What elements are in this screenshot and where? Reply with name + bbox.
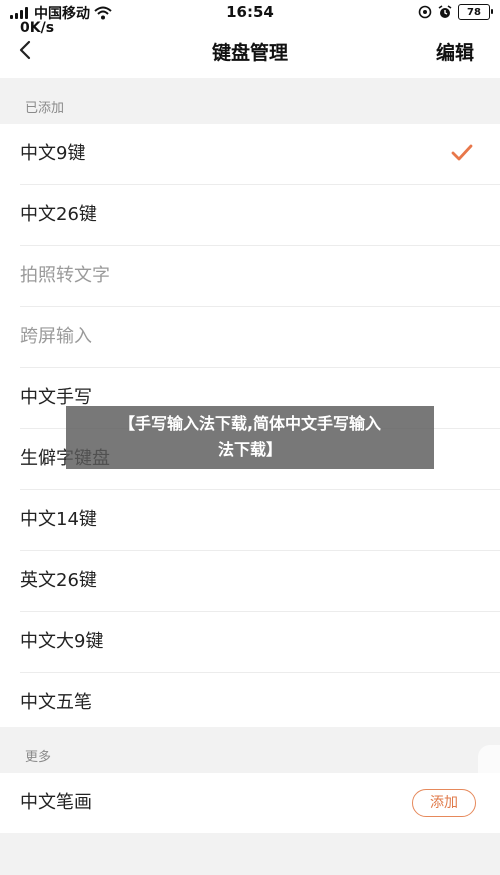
more-section-label: 更多 (25, 750, 52, 765)
add-button[interactable]: 添加 (412, 789, 476, 817)
network-speed: 0K/s (20, 20, 55, 36)
edit-button[interactable]: 编辑 (436, 38, 474, 65)
location-lock-icon (418, 5, 432, 19)
watermark-banner: 【手写输入法下载,简体中文手写输入 法下载】 (66, 406, 434, 469)
watermark-line-1: 【手写输入法下载,简体中文手写输入 (118, 414, 382, 433)
keyboard-row-cross-screen[interactable]: 跨屏输入 (20, 307, 500, 368)
keyboard-label: 中文笔画 (20, 792, 92, 813)
keyboard-row-chinese-14[interactable]: 中文14键 (20, 490, 500, 551)
alarm-icon (438, 5, 452, 18)
keyboard-label: 跨屏输入 (20, 326, 92, 347)
added-section-header: 已添加 (0, 78, 500, 124)
keyboard-label: 中文9键 (20, 143, 86, 164)
keyboard-row-chinese-9[interactable]: 中文9键 (20, 124, 500, 185)
keyboard-label: 中文大9键 (20, 631, 104, 652)
added-section-label: 已添加 (25, 101, 65, 116)
keyboard-label: 中文26键 (20, 204, 97, 225)
status-right: 78 (418, 4, 493, 20)
more-keyboard-list: 中文笔画 添加 (0, 773, 500, 833)
floating-edge-handle[interactable] (478, 745, 500, 785)
status-bar: 中国移动 0K/s 16:54 78 (0, 0, 500, 36)
keyboard-label: 英文26键 (20, 570, 97, 591)
battery-icon: 78 (458, 4, 493, 20)
keyboard-label: 拍照转文字 (20, 265, 110, 286)
keyboard-label: 中文五笔 (20, 692, 92, 713)
keyboard-label: 中文14键 (20, 509, 97, 530)
keyboard-row-chinese-big-9[interactable]: 中文大9键 (20, 612, 500, 673)
nav-bar: 键盘管理 编辑 (0, 36, 500, 78)
keyboard-row-photo-to-text[interactable]: 拍照转文字 (20, 246, 500, 307)
keyboard-row-english-26[interactable]: 英文26键 (20, 551, 500, 612)
checkmark-icon (451, 144, 473, 161)
page-title: 键盘管理 (211, 42, 288, 64)
keyboard-row-chinese-26[interactable]: 中文26键 (20, 185, 500, 246)
keyboard-row-wubi[interactable]: 中文五笔 (20, 673, 500, 733)
more-section-header: 更多 (0, 727, 500, 773)
watermark-line-2: 法下载】 (217, 440, 282, 459)
keyboard-row-stroke: 中文笔画 添加 (20, 773, 500, 833)
